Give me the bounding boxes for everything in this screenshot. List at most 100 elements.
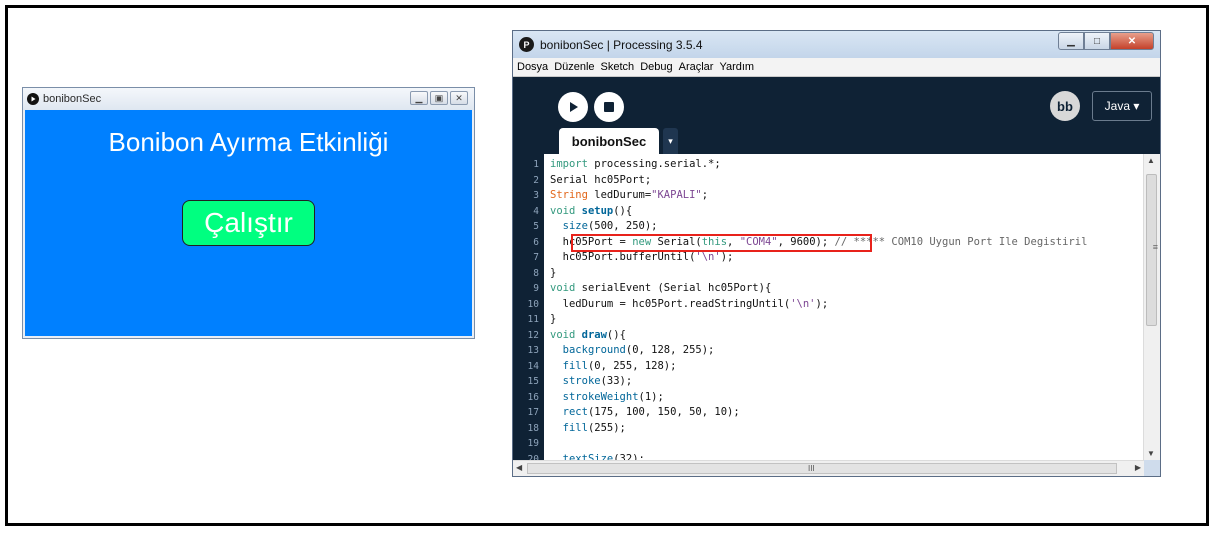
line-number: 6 bbox=[533, 236, 539, 248]
line-number: 9 bbox=[533, 283, 539, 294]
line-number: 3 bbox=[533, 190, 539, 201]
code-line[interactable]: 7 hc05Port.bufferUntil('\n'); bbox=[513, 250, 1153, 266]
butterfly-icon: bb bbox=[1057, 98, 1073, 114]
line-number: 18 bbox=[527, 422, 539, 434]
code-text: } bbox=[550, 313, 557, 325]
vertical-scrollbar[interactable]: ▲ ≡ ▼ bbox=[1143, 154, 1160, 460]
scroll-right-icon[interactable]: ▶ bbox=[1135, 463, 1141, 472]
line-number: 10 bbox=[527, 298, 539, 310]
code-text: fill(255); bbox=[562, 421, 626, 434]
processing-ide-window: P bonibonSec | Processing 3.5.4 ▁ □ ✕ Do… bbox=[512, 30, 1161, 477]
close-button[interactable]: ✕ bbox=[1110, 32, 1154, 50]
menu-sketch[interactable]: Sketch bbox=[601, 61, 635, 73]
line-number: 5 bbox=[533, 221, 539, 232]
code-text: String ledDurum="KAPALI"; bbox=[550, 189, 709, 201]
code-text: Serial hc05Port; bbox=[550, 173, 652, 186]
line-number: 17 bbox=[527, 407, 539, 418]
minimize-button[interactable]: ▁ bbox=[410, 91, 428, 105]
line-number: 1 bbox=[533, 159, 539, 170]
code-line[interactable]: 5 size(500, 250); bbox=[513, 219, 1153, 235]
code-line[interactable]: 11} bbox=[513, 312, 1153, 328]
scroll-up-icon[interactable]: ▲ bbox=[1147, 156, 1155, 165]
sketch-window-title: bonibonSec bbox=[43, 93, 102, 105]
highlight-box bbox=[571, 234, 872, 252]
line-number: 2 bbox=[533, 174, 539, 186]
menu-debug[interactable]: Debug bbox=[640, 61, 672, 73]
menu-duzenle[interactable]: Düzenle bbox=[554, 61, 594, 73]
stop-icon bbox=[604, 102, 614, 112]
line-number: 15 bbox=[527, 376, 539, 387]
close-button[interactable]: ✕ bbox=[450, 91, 468, 105]
code-line[interactable]: 19 bbox=[513, 436, 1153, 452]
code-line[interactable]: 10 ledDurum = hc05Port.readStringUntil('… bbox=[513, 297, 1153, 313]
sketch-window: bonibonSec ▁ ▣ ✕ Bonibon Ayırma Etkinliğ… bbox=[22, 87, 475, 339]
sketch-heading: Bonibon Ayırma Etkinliği bbox=[108, 127, 389, 157]
sketch-titlebar: bonibonSec ▁ ▣ ✕ bbox=[23, 88, 474, 110]
stop-button[interactable] bbox=[594, 92, 624, 122]
code-line[interactable]: 3 String ledDurum="KAPALI"; bbox=[513, 188, 1153, 204]
code-line[interactable]: 2 Serial hc05Port; bbox=[513, 173, 1153, 189]
code-text: void setup(){ bbox=[550, 204, 633, 217]
menu-araclar[interactable]: Araçlar bbox=[679, 61, 714, 73]
run-sketch-button[interactable]: Çalıştır bbox=[182, 200, 315, 246]
code-text: size(500, 250); bbox=[562, 220, 658, 232]
code-line[interactable]: 9 void serialEvent (Serial hc05Port){ bbox=[513, 281, 1153, 297]
menu-yardim[interactable]: Yardım bbox=[719, 61, 754, 73]
tab-bonibonsec[interactable]: bonibonSec bbox=[559, 128, 659, 154]
processing-logo-icon bbox=[27, 93, 39, 105]
horizontal-scrollbar[interactable]: ◀ III ▶ bbox=[513, 460, 1144, 476]
code-line[interactable]: 20 textSize(32); bbox=[513, 452, 1153, 461]
scroll-grip: III bbox=[808, 464, 815, 473]
code-text: } bbox=[550, 266, 557, 279]
code-line[interactable]: 18 fill(255); bbox=[513, 421, 1153, 437]
code-editor[interactable]: 1 import processing.serial.*; 2 Serial hc05… bbox=[513, 154, 1160, 460]
code-text: import processing.serial.*; bbox=[550, 158, 721, 170]
play-icon bbox=[570, 102, 578, 112]
code-lines: 1 import processing.serial.*; 2 Serial hc05… bbox=[513, 157, 1153, 460]
line-number: 14 bbox=[527, 360, 539, 372]
line-number: 8 bbox=[533, 267, 539, 279]
code-line[interactable]: 17 rect(175, 100, 150, 50, 10); bbox=[513, 405, 1153, 421]
code-line[interactable]: 14 fill(0, 255, 128); bbox=[513, 359, 1153, 375]
code-text: fill(0, 255, 128); bbox=[562, 359, 677, 372]
code-line[interactable]: 15 stroke(33); bbox=[513, 374, 1153, 390]
line-number: 19 bbox=[527, 438, 539, 449]
mode-selector[interactable]: Java ▾ bbox=[1092, 91, 1152, 121]
processing-logo-icon: P bbox=[519, 37, 534, 52]
split-handle-icon[interactable]: ≡ bbox=[1153, 242, 1158, 252]
ide-window-title: bonibonSec | Processing 3.5.4 bbox=[540, 37, 703, 52]
line-number: 13 bbox=[527, 345, 539, 356]
code-text: void draw(){ bbox=[550, 328, 626, 341]
code-text: stroke(33); bbox=[562, 375, 633, 387]
code-text: ledDurum = hc05Port.readStringUntil('\n'… bbox=[550, 297, 829, 310]
line-number: 11 bbox=[527, 314, 539, 325]
scroll-left-icon[interactable]: ◀ bbox=[516, 463, 522, 472]
line-number: 7 bbox=[533, 252, 539, 263]
line-number: 20 bbox=[527, 453, 539, 461]
code-line[interactable]: 12 void draw(){ bbox=[513, 328, 1153, 344]
code-text: background(0, 128, 255); bbox=[562, 344, 715, 356]
maximize-button[interactable]: ▣ bbox=[430, 91, 448, 105]
code-text: textSize(32); bbox=[562, 452, 645, 461]
debugger-button[interactable]: bb bbox=[1050, 91, 1080, 121]
menu-dosya[interactable]: Dosya bbox=[517, 61, 548, 73]
code-line[interactable]: 16 strokeWeight(1); bbox=[513, 390, 1153, 406]
scrollbar-thumb[interactable]: III bbox=[527, 463, 1117, 474]
maximize-button[interactable]: □ bbox=[1084, 32, 1110, 50]
line-number: 12 bbox=[527, 329, 539, 341]
run-button[interactable] bbox=[558, 92, 588, 122]
line-number: 16 bbox=[527, 391, 539, 403]
ide-titlebar: P bonibonSec | Processing 3.5.4 ▁ □ ✕ bbox=[513, 31, 1160, 58]
scroll-down-icon[interactable]: ▼ bbox=[1147, 449, 1155, 458]
code-line[interactable]: 1 import processing.serial.*; bbox=[513, 157, 1153, 173]
sketch-canvas: Bonibon Ayırma Etkinliği Çalıştır bbox=[25, 110, 472, 336]
code-line[interactable]: 13 background(0, 128, 255); bbox=[513, 343, 1153, 359]
tab-menu-button[interactable]: ▾ bbox=[663, 128, 678, 154]
code-line[interactable]: 4 void setup(){ bbox=[513, 204, 1153, 220]
code-text: void serialEvent (Serial hc05Port){ bbox=[550, 282, 772, 294]
minimize-button[interactable]: ▁ bbox=[1058, 32, 1084, 50]
code-line[interactable]: 8} bbox=[513, 266, 1153, 282]
line-number: 4 bbox=[533, 205, 539, 217]
code-text: strokeWeight(1); bbox=[562, 390, 664, 403]
menu-bar: Dosya Düzenle Sketch Debug Araçlar Yardı… bbox=[513, 58, 1160, 77]
